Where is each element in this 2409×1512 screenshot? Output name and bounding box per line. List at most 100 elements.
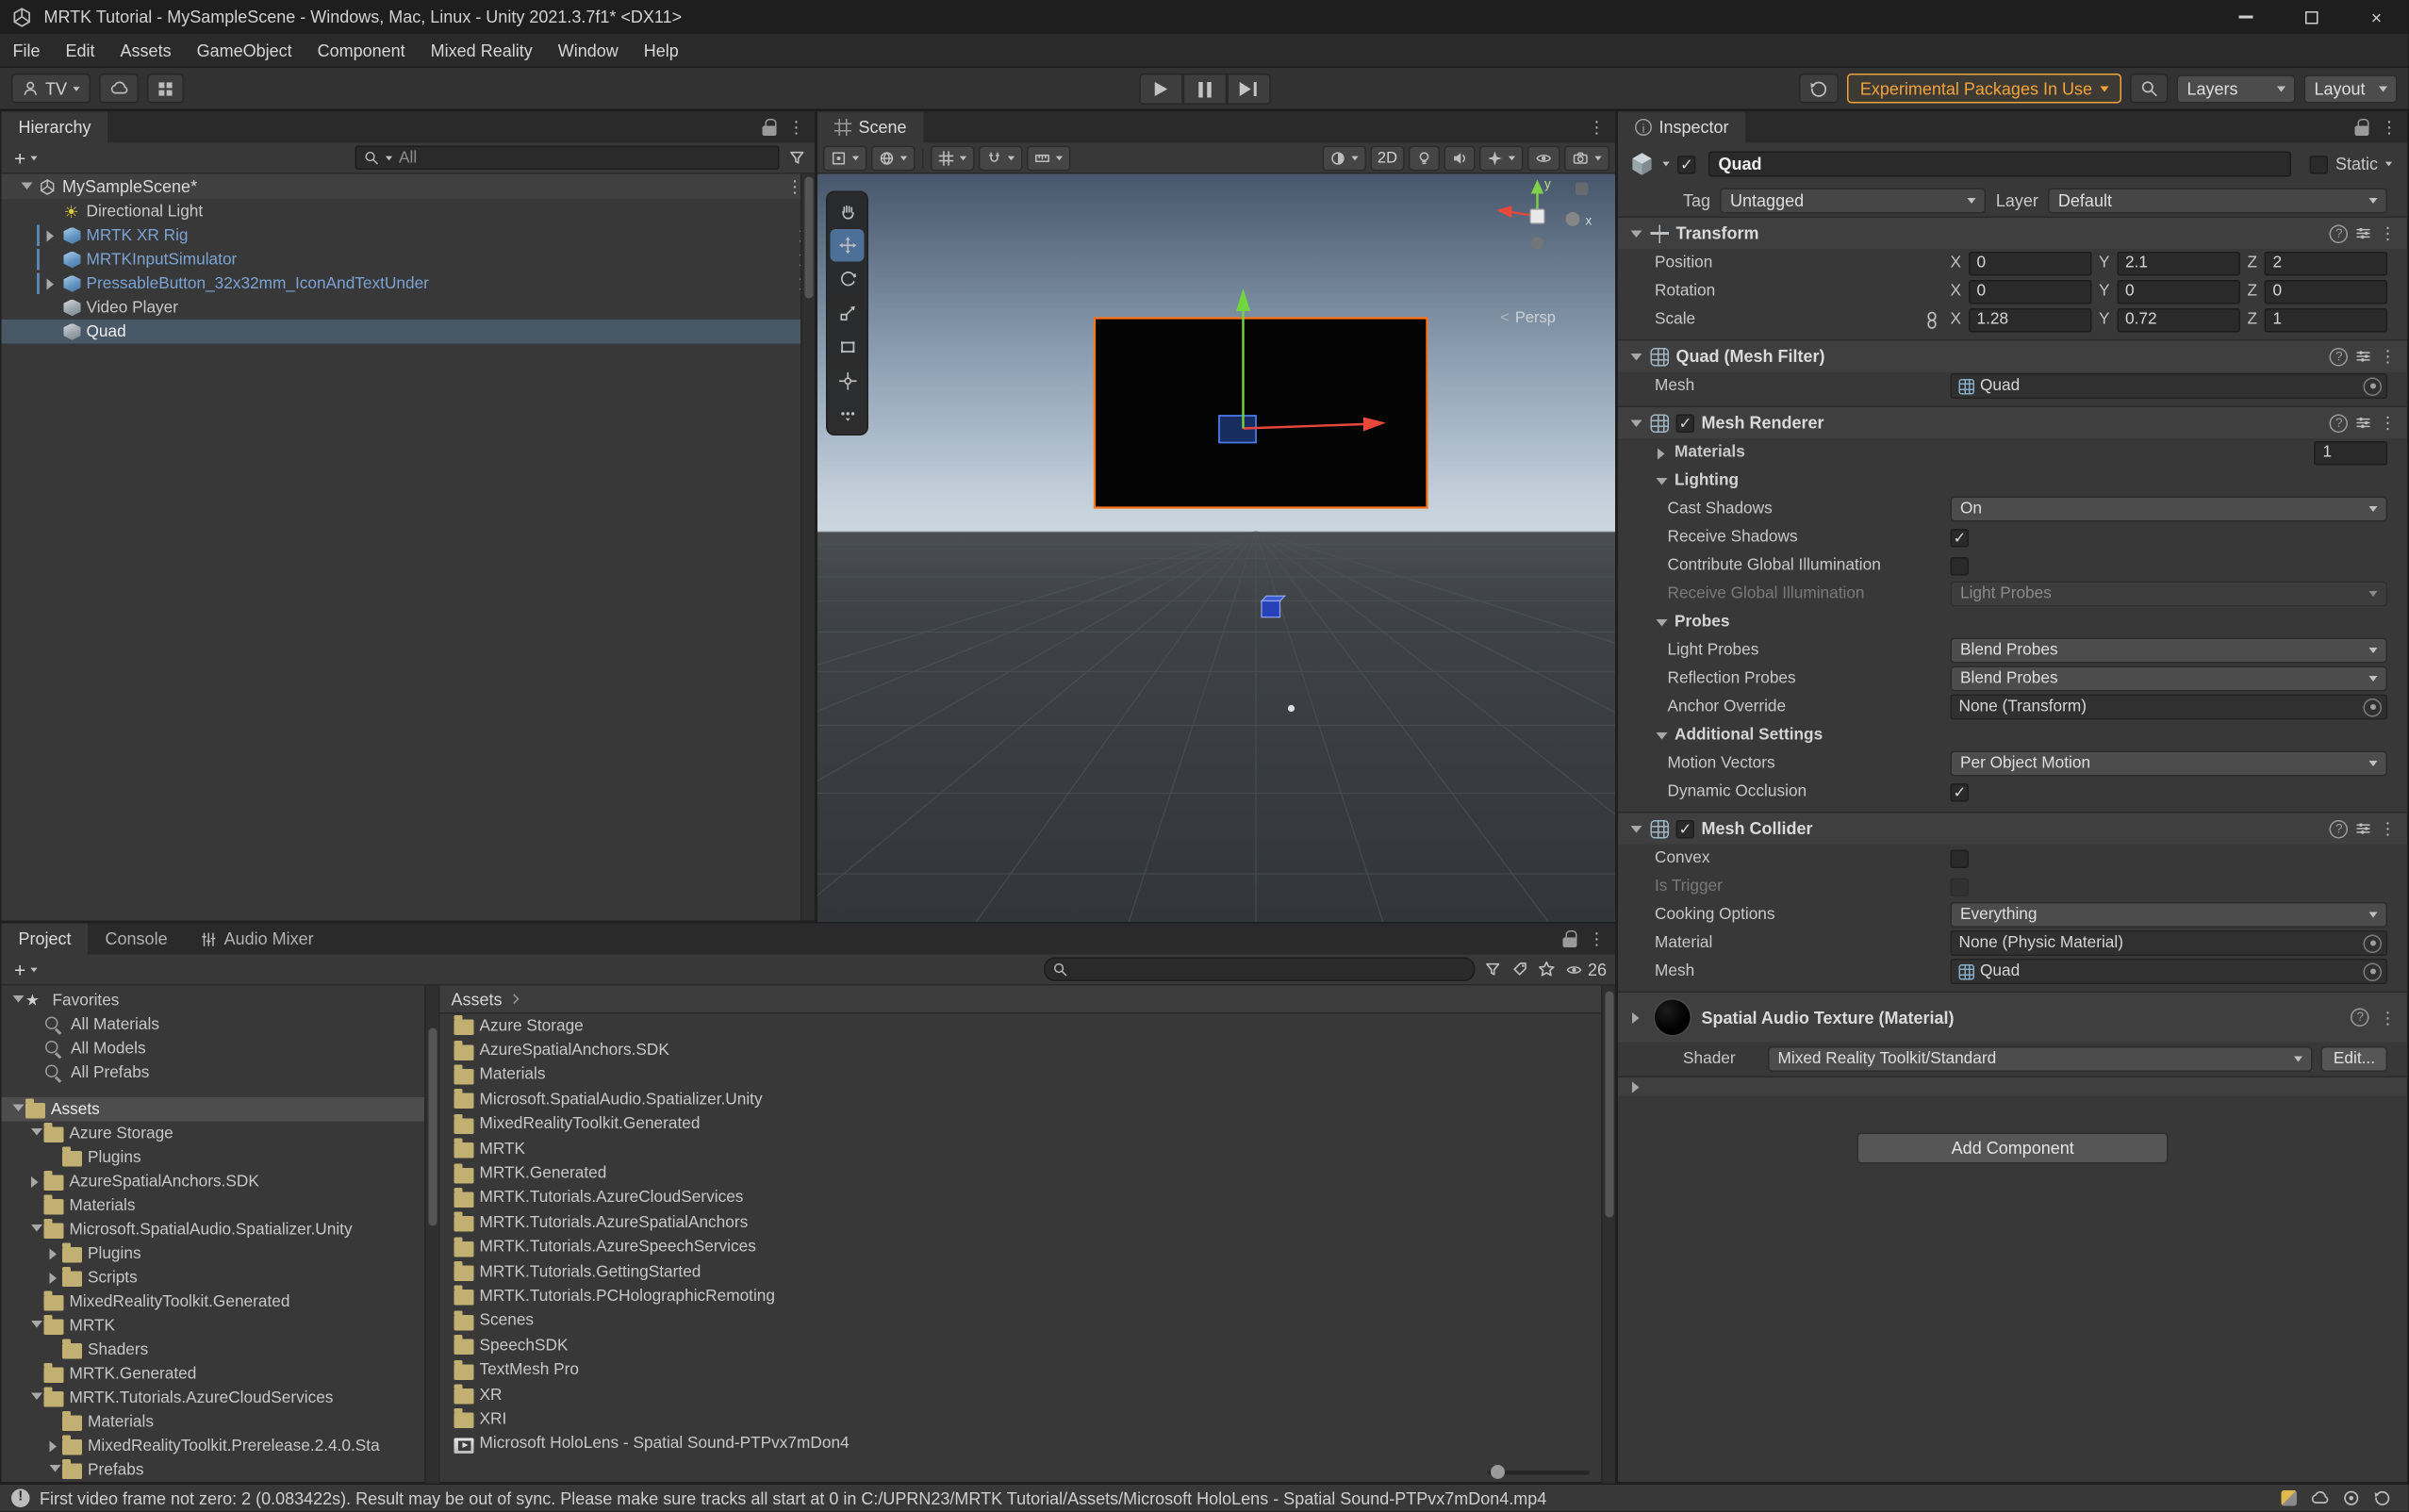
lock-icon[interactable] (1563, 930, 1577, 947)
move-tool-button[interactable] (831, 229, 865, 262)
rotate-tool-button[interactable] (831, 263, 865, 296)
kebab-menu-icon[interactable] (2379, 1008, 2396, 1027)
save-search-star-icon[interactable] (1537, 961, 1556, 979)
pause-button[interactable] (1182, 74, 1227, 105)
transform-tool-button[interactable] (831, 365, 865, 398)
asset-item[interactable]: Microsoft.SpatialAudio.Spatializer.Unity (440, 1088, 1616, 1112)
tab-console[interactable]: Console (89, 924, 185, 955)
menu-item[interactable]: Edit (53, 34, 107, 67)
experimental-packages-dropdown[interactable]: Experimental Packages In Use (1847, 74, 2121, 104)
asset-item[interactable]: XRI (440, 1407, 1616, 1432)
scrollbar-thumb[interactable] (804, 177, 813, 299)
expand-arrow-icon[interactable] (28, 1175, 42, 1189)
help-icon[interactable] (2330, 819, 2349, 838)
mesh-collider-header[interactable]: Mesh Collider (1618, 812, 2407, 845)
expand-arrow-icon[interactable] (1629, 1079, 1643, 1093)
project-search-input[interactable] (1073, 961, 1466, 978)
gizmo-center-cube[interactable] (1530, 209, 1544, 223)
layers-dropdown[interactable]: Layers (2177, 74, 2296, 103)
menu-item[interactable]: File (0, 34, 53, 67)
dynamic-occlusion-checkbox[interactable] (1951, 782, 1970, 801)
lighting-foldout[interactable]: Lighting (1618, 467, 2407, 495)
expand-arrow-icon[interactable] (1629, 822, 1643, 836)
project-tree-item[interactable]: AzureSpatialAnchors.SDK (2, 1170, 439, 1194)
search-button[interactable] (2130, 74, 2169, 104)
project-tree-item[interactable]: Plugins (2, 1145, 439, 1170)
lock-icon[interactable] (763, 119, 777, 136)
expand-arrow-icon[interactable] (28, 1319, 42, 1333)
project-tree-item[interactable]: All Materials (2, 1012, 439, 1037)
gizmo-menu-icon[interactable] (1576, 183, 1589, 196)
custom-tools-button[interactable] (831, 399, 865, 432)
asset-item[interactable]: MRTK.Tutorials.AzureCloudServices (440, 1186, 1616, 1210)
kebab-menu-icon[interactable] (1589, 929, 1606, 949)
search-filter-caret-icon[interactable] (386, 156, 392, 160)
layer-dropdown[interactable]: Default (2048, 189, 2387, 214)
tag-dropdown[interactable]: Untagged (1721, 189, 1987, 214)
component-enabled-checkbox[interactable] (1676, 819, 1695, 838)
expand-arrow-icon[interactable] (1629, 226, 1643, 240)
position-z-field[interactable]: 2 (2265, 251, 2388, 275)
scene-audio-button[interactable] (1444, 145, 1476, 171)
asset-item[interactable]: XR (440, 1383, 1616, 1407)
hierarchy-search-input[interactable] (399, 149, 771, 166)
breadcrumb-root[interactable]: Assets (452, 989, 503, 1009)
auto-lighting-icon[interactable] (2282, 1490, 2298, 1506)
project-tree-item[interactable]: All Models (2, 1037, 439, 1061)
project-tree-item[interactable]: Assets (2, 1097, 439, 1122)
tool-handle-rotation-button[interactable] (871, 145, 916, 171)
scale-tool-button[interactable] (831, 297, 865, 330)
asset-item[interactable]: MRTK.Tutorials.AzureSpatialAnchors (440, 1210, 1616, 1235)
asset-item[interactable]: Scenes (440, 1309, 1616, 1334)
kebab-menu-icon[interactable] (2381, 118, 2398, 138)
constrain-proportions-link-icon[interactable] (1925, 310, 1939, 329)
lock-icon[interactable] (2355, 119, 2369, 136)
code-optimization-icon[interactable] (2342, 1489, 2361, 1508)
transform-header[interactable]: Transform (1618, 217, 2407, 250)
anchor-override-field[interactable]: None (Transform) (1951, 695, 2388, 720)
edit-shader-button[interactable]: Edit... (2320, 1046, 2387, 1072)
hierarchy-scrollbar[interactable] (800, 174, 815, 921)
scene-header-row[interactable]: MySampleScene* (2, 174, 816, 200)
create-asset-button[interactable] (10, 960, 43, 979)
collider-mesh-field[interactable]: Quad (1951, 959, 2388, 984)
rect-tool-button[interactable] (831, 331, 865, 364)
snap-increment-button[interactable] (1027, 145, 1071, 171)
probes-foldout[interactable]: Probes (1618, 608, 2407, 636)
play-button[interactable] (1139, 74, 1183, 105)
additional-settings-foldout[interactable]: Additional Settings (1618, 721, 2407, 749)
presets-icon[interactable] (2355, 348, 2372, 365)
object-picker-icon[interactable] (2364, 698, 2383, 716)
layout-dropdown[interactable]: Layout (2304, 74, 2398, 103)
rotation-y-field[interactable]: 0 (2117, 279, 2240, 304)
tree-scrollbar[interactable] (424, 986, 438, 1484)
asset-item[interactable]: AzureSpatialAnchors.SDK (440, 1039, 1616, 1063)
materials-count-field[interactable]: 1 (2314, 440, 2387, 465)
rotation-x-field[interactable]: 0 (1969, 279, 2092, 304)
minimize-button[interactable] (2214, 0, 2279, 34)
asset-item[interactable]: MRTK (440, 1137, 1616, 1161)
project-tree-item[interactable]: Shaders (2, 1338, 439, 1362)
menu-item[interactable]: Component (305, 34, 418, 67)
camera-settings-button[interactable] (1564, 145, 1609, 171)
materials-row[interactable]: Materials 1 (1618, 438, 2407, 467)
perspective-toggle[interactable]: Persp (1500, 310, 1556, 327)
expand-arrow-icon[interactable] (1655, 446, 1669, 460)
project-search-field[interactable] (1043, 958, 1475, 982)
grid-visibility-button[interactable] (931, 145, 975, 171)
2d-toggle-button[interactable]: 2D (1370, 145, 1404, 171)
expand-arrow-icon[interactable] (19, 180, 33, 194)
project-tree-item[interactable]: Prefabs (2, 1458, 439, 1483)
asset-item[interactable]: MRTK.Generated (440, 1161, 1616, 1186)
asset-item[interactable]: MRTK.Tutorials.PCHolographicRemoting (440, 1284, 1616, 1308)
cloud-button[interactable] (100, 74, 140, 104)
expand-arrow-icon[interactable] (47, 1463, 61, 1477)
expand-arrow-icon[interactable] (47, 1246, 61, 1260)
package-visibility-toggle[interactable]: 26 (1563, 960, 1607, 979)
search-by-label-icon[interactable] (1510, 961, 1528, 979)
tool-handle-position-button[interactable] (823, 145, 867, 171)
asset-item[interactable]: MRTK.Tutorials.GettingStarted (440, 1259, 1616, 1284)
hierarchy-item[interactable]: Directional Light (2, 200, 816, 224)
mesh-filter-header[interactable]: Quad (Mesh Filter) (1618, 339, 2407, 372)
menu-item[interactable]: Mixed Reality (418, 34, 545, 67)
